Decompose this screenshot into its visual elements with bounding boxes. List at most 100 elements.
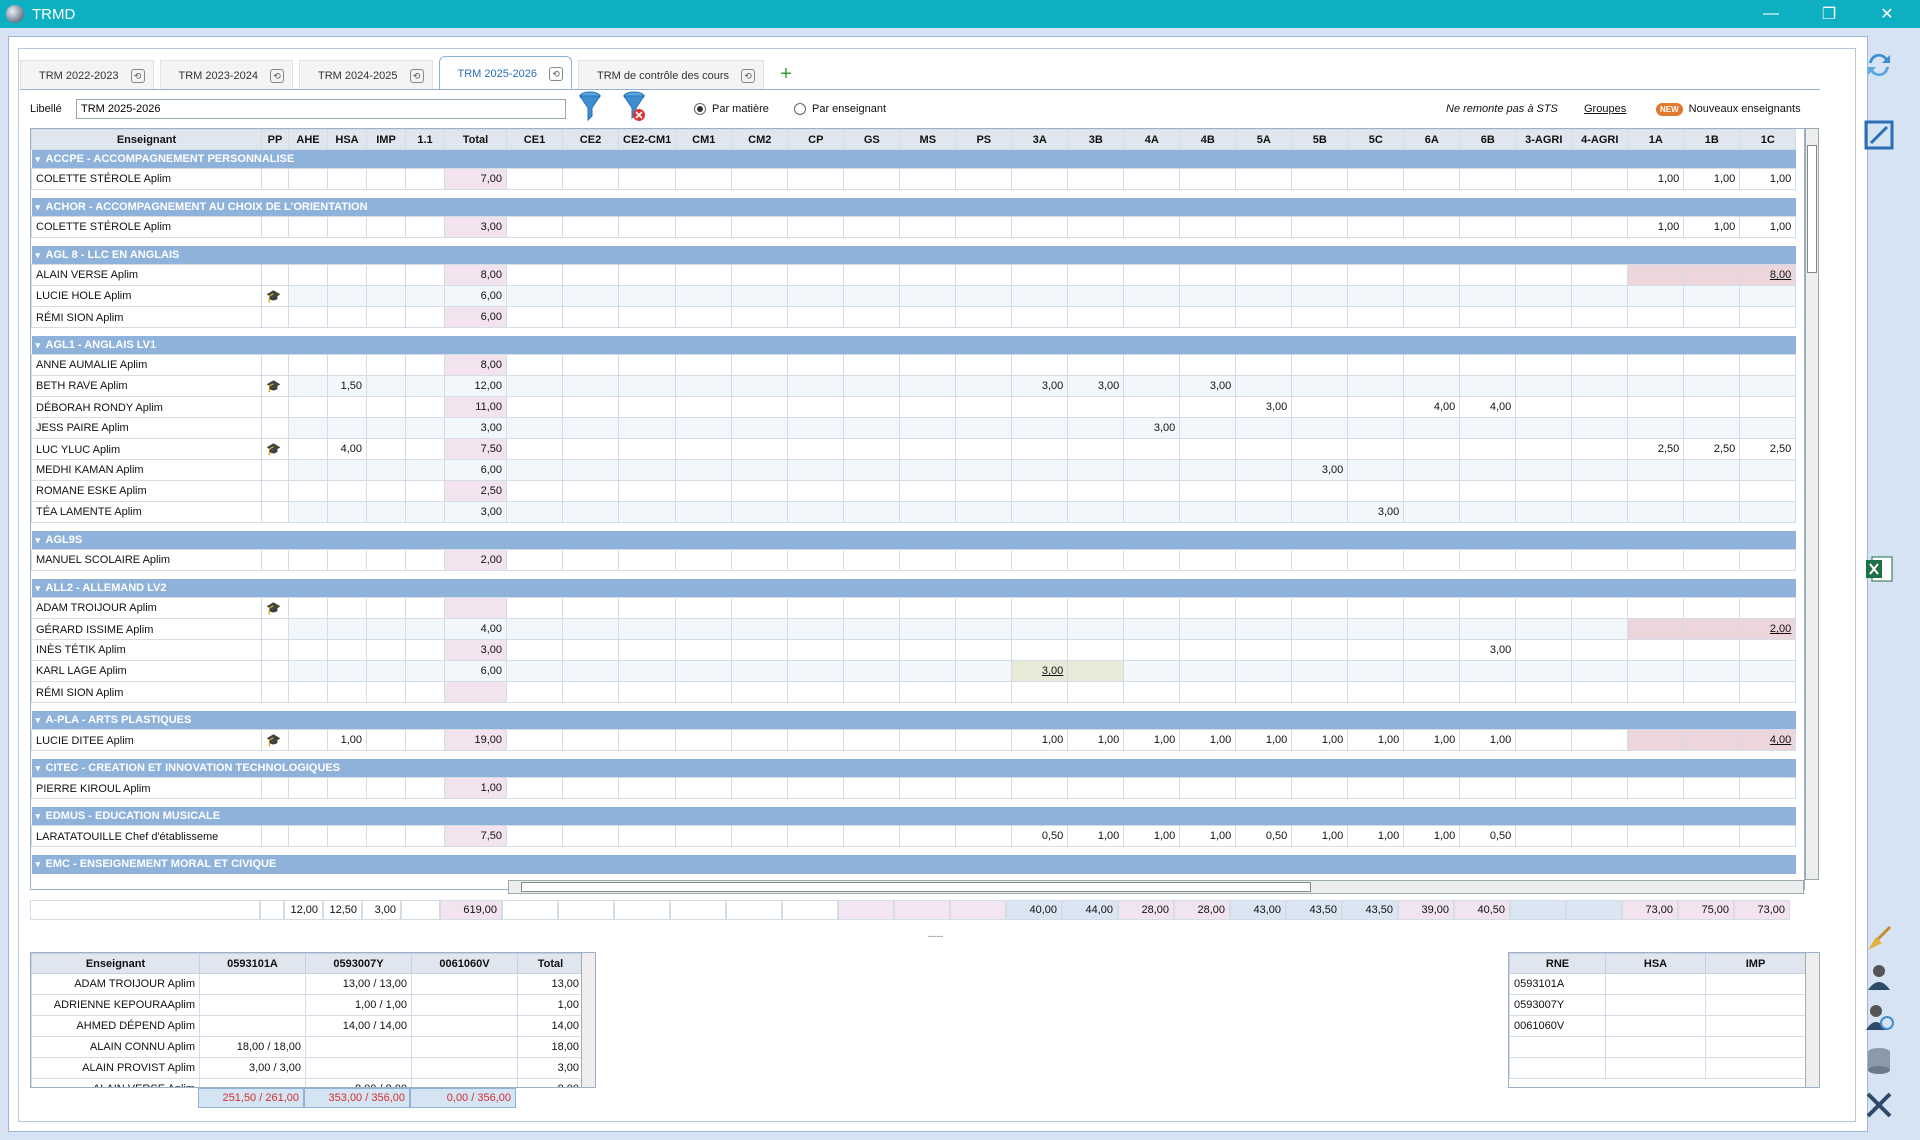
hours-cell[interactable] [787,168,845,190]
hours-cell[interactable] [1515,354,1573,376]
hours-cell[interactable] [405,306,445,328]
rne-row[interactable]: 0061060V [1509,1015,1806,1037]
hours-cell[interactable] [506,396,563,418]
groupes-link[interactable]: Groupes [1584,103,1626,115]
close-window-button[interactable]: ✕ [1864,0,1910,28]
hours-cell[interactable]: 1,00 [1403,729,1461,751]
hours-cell[interactable] [731,501,789,523]
hours-cell[interactable] [1179,681,1237,703]
hours-cell[interactable] [1515,264,1573,286]
hours-cell[interactable] [366,825,406,847]
pp-cell[interactable] [261,417,289,439]
teacher-name-cell[interactable]: KARL LAGE Aplim [31,660,262,682]
hours-cell[interactable] [366,396,406,418]
hours-cell[interactable] [843,396,901,418]
hours-cell[interactable] [327,639,367,661]
hours-cell[interactable] [675,168,733,190]
hours-cell[interactable]: 1,00 [1291,729,1349,751]
hours-cell[interactable] [617,306,677,328]
hours-cell[interactable] [1683,681,1741,703]
hours-cell[interactable] [444,597,507,619]
hours-cell[interactable] [1011,618,1069,640]
hours-cell[interactable] [843,168,901,190]
hours-cell[interactable] [1347,618,1405,640]
teacher-name-cell[interactable]: COLETTE STÉROLE Aplim [31,168,262,190]
hours-cell[interactable] [562,285,619,307]
hours-cell[interactable] [899,375,957,397]
hours-cell[interactable]: 2,50 [1739,438,1797,460]
tab-refresh-icon[interactable]: ⟲ [270,68,284,83]
hours-cell[interactable] [787,639,845,661]
hours-cell[interactable] [1403,480,1461,502]
hours-cell[interactable] [1459,417,1517,439]
pp-cell[interactable] [261,639,289,661]
hours-cell[interactable]: 7,50 [444,825,507,847]
hours-cell[interactable] [506,306,563,328]
hours-cell[interactable] [405,285,445,307]
group-row[interactable]: ▾ A-PLA - ARTS PLASTIQUES [31,710,1796,730]
hours-cell[interactable] [787,480,845,502]
hours-cell[interactable] [1235,264,1293,286]
hours-cell[interactable] [617,729,677,751]
hours-cell[interactable] [787,618,845,640]
chevron-down-icon[interactable]: ▾ [36,535,46,546]
hours-cell[interactable] [1291,306,1349,328]
hours-cell[interactable] [675,639,733,661]
hours-cell[interactable] [1627,285,1685,307]
hours-cell[interactable] [366,168,406,190]
hours-cell[interactable] [899,459,957,481]
column-header[interactable]: 4-AGRI [1571,129,1629,150]
hours-cell[interactable] [955,285,1013,307]
hours-cell[interactable] [327,681,367,703]
hours-cell[interactable] [955,639,1013,661]
hours-cell[interactable]: 3,00 [1011,660,1069,682]
hours-cell[interactable] [675,459,733,481]
hours-cell[interactable]: 6,00 [444,459,507,481]
chevron-down-icon[interactable]: ▾ [36,859,46,870]
hours-cell[interactable] [506,354,563,376]
hours-cell[interactable] [731,285,789,307]
hours-cell[interactable] [1571,396,1629,418]
hours-cell[interactable]: 3,00 [1123,417,1181,439]
hours-cell[interactable] [1683,729,1741,751]
hours-cell[interactable] [366,438,406,460]
hours-cell[interactable] [787,285,845,307]
hours-cell[interactable] [405,354,445,376]
hours-cell[interactable] [327,396,367,418]
hours-cell[interactable] [899,396,957,418]
group-row[interactable]: ▾ ACHOR - ACCOMPAGNEMENT AU CHOIX DE L'OR… [31,197,1796,217]
hours-cell[interactable] [1067,168,1125,190]
column-header[interactable]: CP [787,129,845,150]
hours-cell[interactable] [506,681,563,703]
hours-cell[interactable] [327,264,367,286]
hours-cell[interactable]: 6,00 [444,660,507,682]
hours-cell[interactable] [1515,375,1573,397]
hours-cell[interactable] [327,306,367,328]
hours-cell[interactable] [617,639,677,661]
hours-cell[interactable] [366,216,406,238]
hours-cell[interactable] [1291,597,1349,619]
hours-cell[interactable]: 1,00 [1683,216,1741,238]
hours-cell[interactable] [731,438,789,460]
hours-cell[interactable] [1123,354,1181,376]
hours-cell[interactable] [1347,375,1405,397]
hours-cell[interactable] [405,681,445,703]
hours-cell[interactable] [1347,264,1405,286]
hours-cell[interactable] [955,660,1013,682]
hours-cell[interactable] [506,618,563,640]
hours-cell[interactable] [288,216,328,238]
column-header[interactable]: 5C [1347,129,1405,150]
hours-cell[interactable] [675,549,733,571]
hours-cell[interactable] [1347,285,1405,307]
radio-par-matiere[interactable]: Par matière [694,103,769,115]
hours-cell[interactable]: 0,50 [1235,825,1293,847]
hours-cell[interactable] [1739,285,1797,307]
hours-cell[interactable] [1515,480,1573,502]
hours-cell[interactable] [731,168,789,190]
hours-cell[interactable] [675,660,733,682]
hours-cell[interactable] [327,480,367,502]
hours-cell[interactable] [562,264,619,286]
hours-cell[interactable]: 4,00 [444,618,507,640]
nouveaux-enseignants[interactable]: NEW Nouveaux enseignants [1656,102,1801,116]
hours-cell[interactable] [327,825,367,847]
